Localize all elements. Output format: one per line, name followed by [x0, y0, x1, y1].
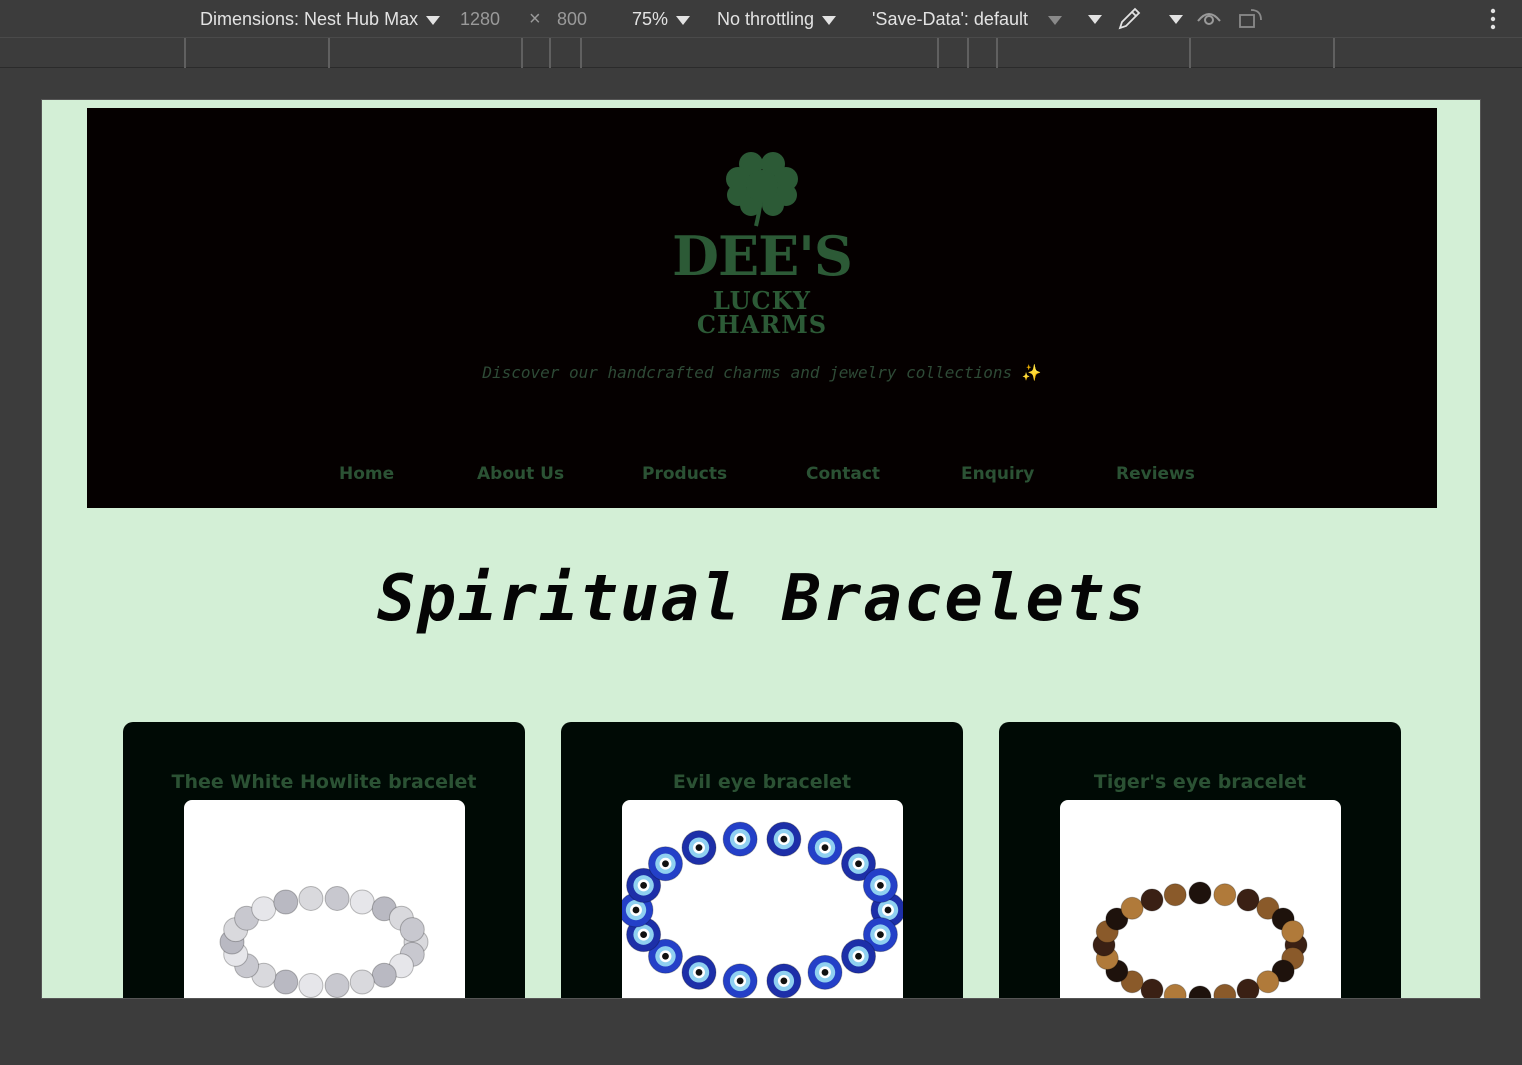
sparkles-icon: ✨ — [1021, 363, 1042, 382]
chevron-down-icon — [426, 15, 441, 25]
nav-contact[interactable]: Contact — [806, 464, 880, 484]
tagline-text: Discover our handcrafted charms and jewe… — [482, 363, 1013, 382]
tigers-eye-bracelet-image — [1092, 881, 1308, 998]
product-image-evil-eye-bracelet[interactable] — [622, 800, 903, 998]
device-dimensions-label: Dimensions: Nest Hub Max — [200, 9, 419, 29]
chevron-down-icon — [1047, 15, 1062, 25]
ruler-mark — [580, 38, 582, 68]
product-card[interactable]: Tiger's eye bracelet — [999, 722, 1401, 998]
eye-icon[interactable] — [1196, 7, 1222, 31]
main-nav: Home About Us Products Contact Enquiry R… — [339, 464, 1195, 490]
howlite-bracelet-image — [219, 885, 429, 998]
throttling-select[interactable]: No throttling — [717, 8, 837, 30]
ruler-mark — [996, 38, 998, 68]
chevron-down-icon — [676, 15, 691, 25]
logo-line-dees: DEE'S — [672, 224, 853, 288]
evil-eye-bracelet-image — [622, 821, 903, 998]
nav-reviews[interactable]: Reviews — [1116, 464, 1195, 484]
ruler-mark — [967, 38, 969, 68]
viewport-height-input[interactable]: 800 — [557, 8, 587, 30]
ruler-mark — [184, 38, 186, 68]
chevron-down-icon — [822, 15, 837, 25]
site-logo[interactable]: DEE'S LUCKY CHARMS — [672, 146, 853, 339]
dimension-times: × — [529, 8, 541, 30]
zoom-select[interactable]: 75% — [632, 8, 691, 30]
save-data-label: 'Save-Data': default — [872, 9, 1028, 29]
media-query-ruler[interactable] — [0, 38, 1522, 68]
devtools-device-toolbar: Dimensions: Nest Hub Max 1280 × 800 75% … — [0, 0, 1522, 38]
ruler-mark — [328, 38, 330, 68]
ruler-mark — [521, 38, 523, 68]
product-title: Tiger's eye bracelet — [1093, 771, 1307, 793]
product-card[interactable]: Thee White Howlite bracelet — [123, 722, 525, 998]
nav-enquiry[interactable]: Enquiry — [961, 464, 1034, 484]
more-vert-icon[interactable] — [1484, 6, 1502, 32]
ruler-mark — [1189, 38, 1191, 68]
device-dimensions-select[interactable]: Dimensions: Nest Hub Max — [200, 8, 441, 30]
product-image-tigers-eye-bracelet[interactable] — [1060, 800, 1341, 998]
product-image-howlite-bracelet[interactable] — [184, 800, 465, 998]
product-card[interactable]: Evil eye bracelet — [561, 722, 963, 998]
page-title: Spiritual Bracelets — [376, 562, 1148, 636]
logo-line-charms: CHARMS — [696, 310, 828, 339]
ruler-mark — [1333, 38, 1335, 68]
nav-products[interactable]: Products — [642, 464, 727, 484]
product-title: Thee White Howlite bracelet — [171, 771, 477, 793]
site-header: DEE'S LUCKY CHARMS Discover our handcraf… — [87, 108, 1437, 508]
save-data-select[interactable]: 'Save-Data': default — [872, 8, 1062, 30]
product-title: Evil eye bracelet — [672, 771, 852, 793]
site-tagline: Discover our handcrafted charms and jewe… — [87, 363, 1437, 382]
zoom-label: 75% — [632, 9, 669, 29]
eyedropper-icon[interactable] — [1116, 6, 1142, 32]
chevron-down-icon[interactable] — [1088, 15, 1102, 24]
nav-home[interactable]: Home — [339, 464, 394, 484]
rotate-icon[interactable] — [1237, 7, 1265, 31]
page-viewport: DEE'S LUCKY CHARMS Discover our handcraf… — [41, 99, 1481, 999]
ruler-mark — [549, 38, 551, 68]
viewport-width-input[interactable]: 1280 — [460, 8, 500, 30]
nav-about-us[interactable]: About Us — [477, 464, 564, 484]
throttling-label: No throttling — [717, 9, 815, 29]
chevron-down-icon[interactable] — [1169, 15, 1183, 24]
clover-icon — [726, 152, 798, 227]
ruler-mark — [937, 38, 939, 68]
